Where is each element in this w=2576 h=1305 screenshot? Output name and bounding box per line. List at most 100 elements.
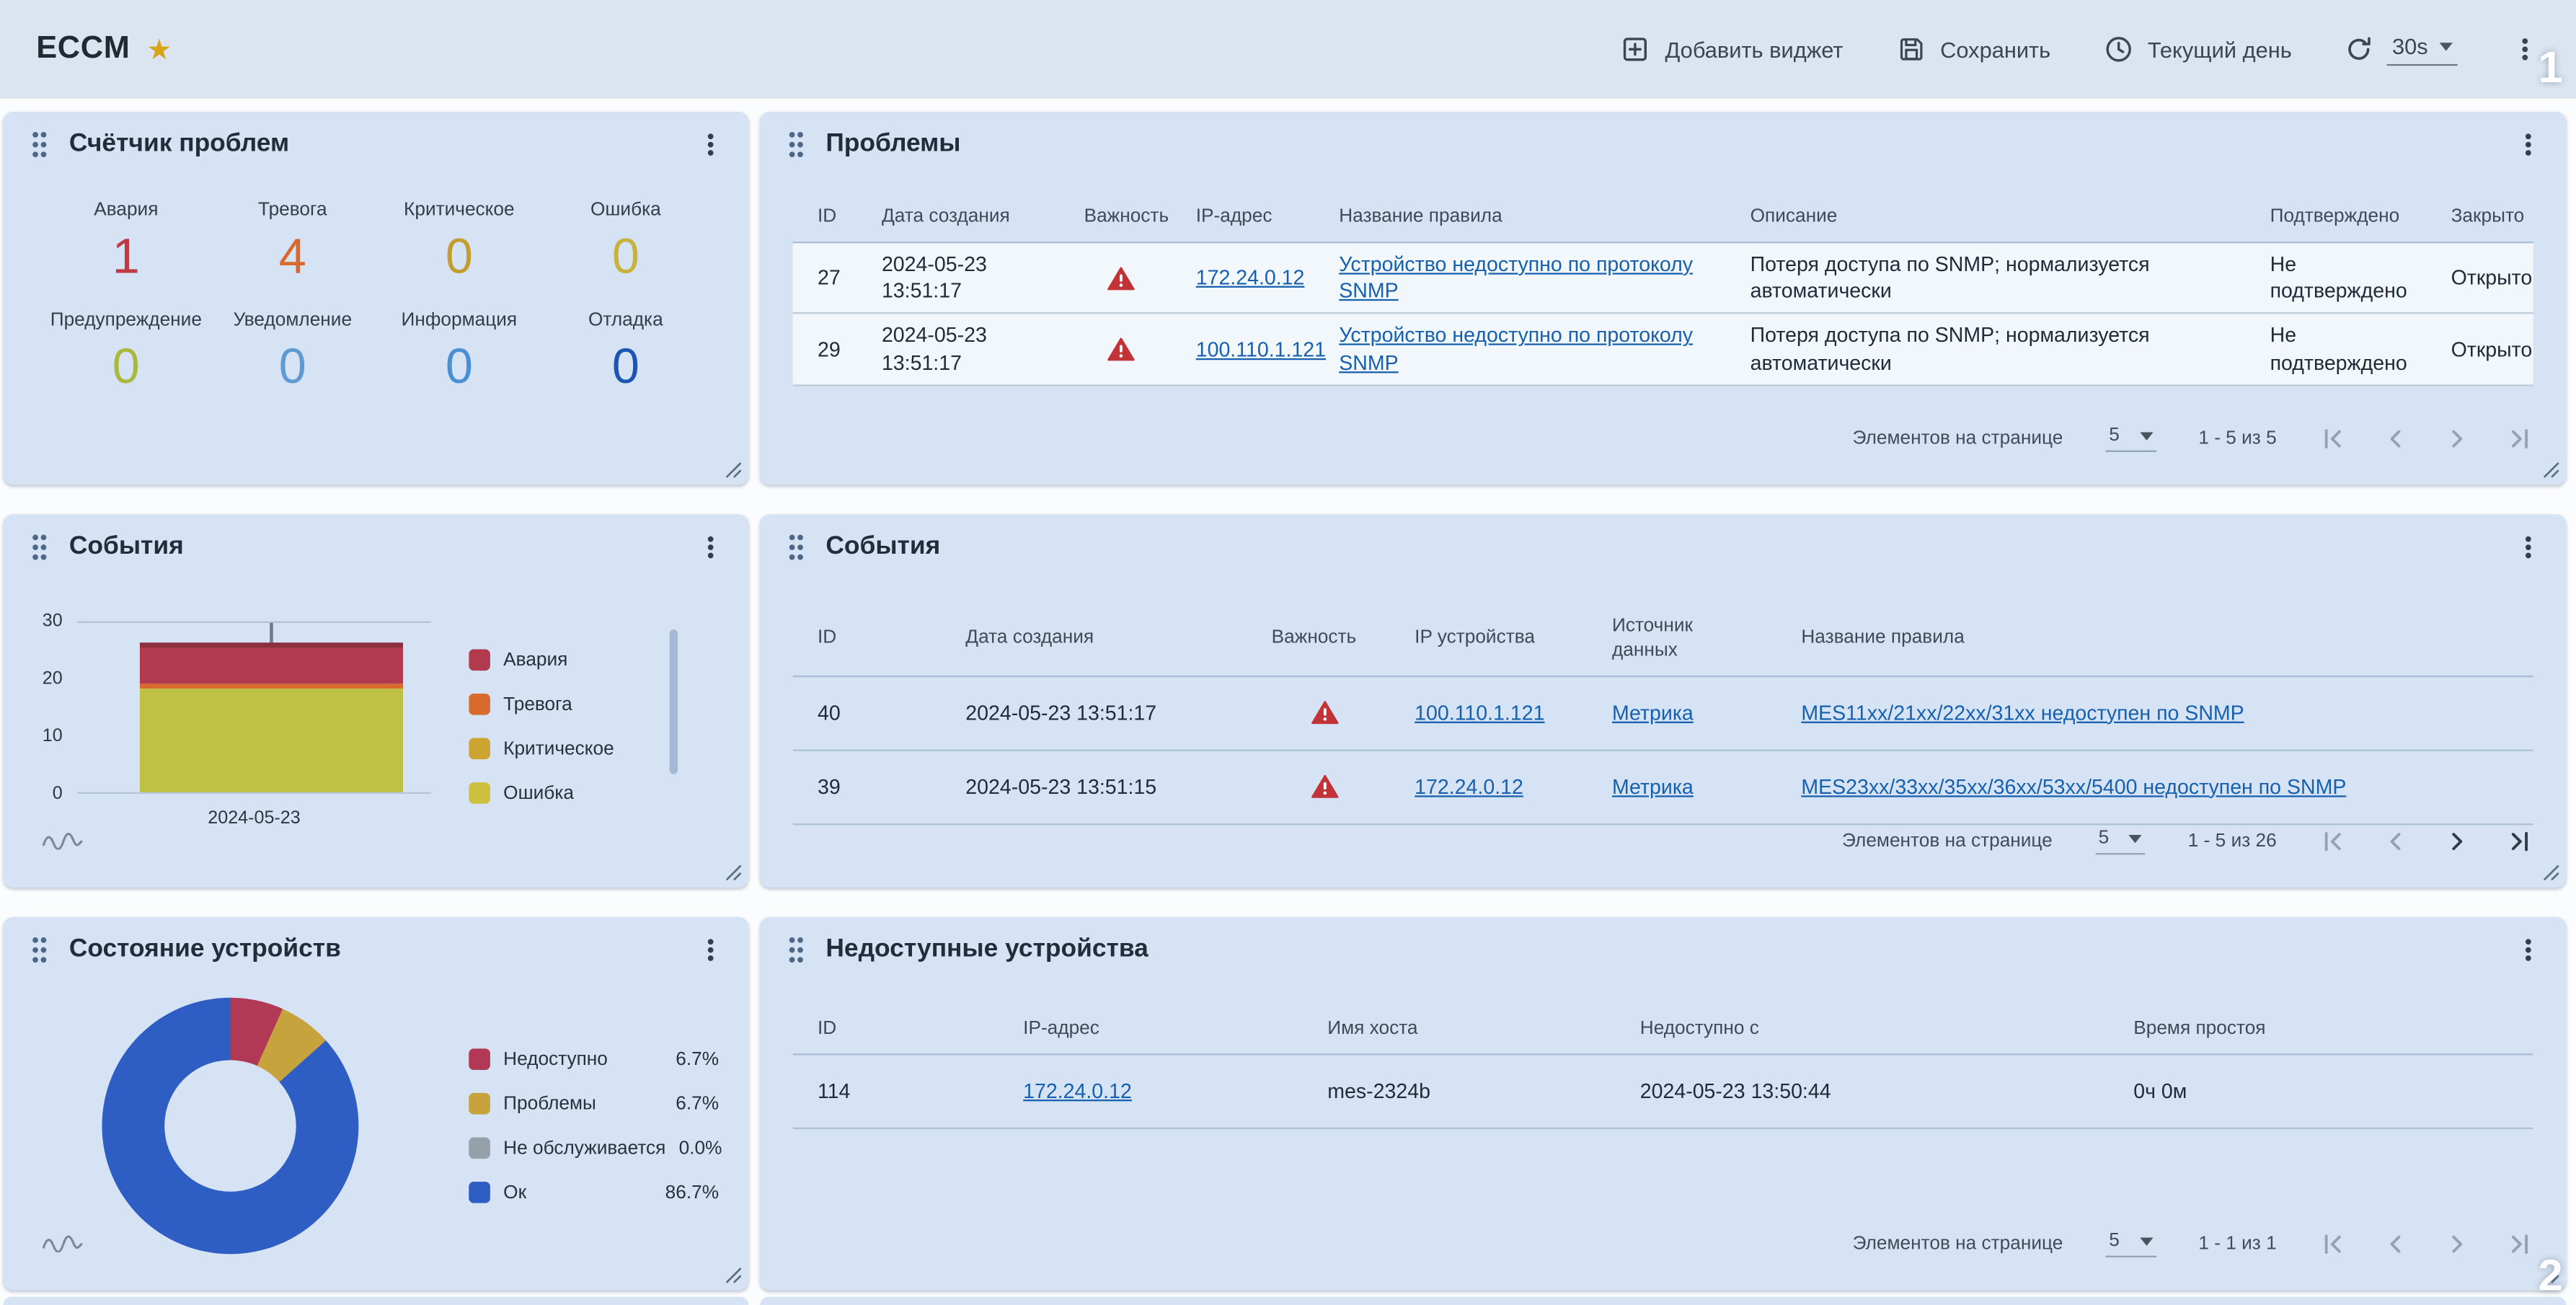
resize-handle-icon[interactable] xyxy=(2543,864,2559,881)
next-page-button[interactable] xyxy=(2444,1231,2471,1257)
last-page-button[interactable] xyxy=(2507,425,2533,451)
first-page-button[interactable] xyxy=(2319,828,2346,854)
cell-id: 39 xyxy=(793,766,941,809)
refresh-interval-select[interactable]: 30s xyxy=(2387,33,2458,66)
last-page-button[interactable] xyxy=(2507,1231,2533,1257)
data-source-link[interactable]: Метрика xyxy=(1612,702,1694,725)
rule-link[interactable]: MES11xx/21xx/22xx/31xx недоступен по SNM… xyxy=(1801,702,2244,725)
cell-source: Метрика xyxy=(1588,691,1776,735)
widget-menu-button[interactable] xyxy=(2513,533,2543,562)
page-size-select[interactable]: 5 xyxy=(2106,1231,2156,1257)
rule-link[interactable]: MES23xx/33xx/35xx/36xx/53xx/5400 недосту… xyxy=(1801,775,2346,798)
problem-counter-widget: Счётчик проблем Авария 1 Тревога 4 Крити… xyxy=(4,112,749,485)
topbar-actions: Добавить виджет Сохранить Текущий день 3… xyxy=(1621,33,2540,66)
legend-item[interactable]: Не обслуживается 0.0% xyxy=(469,1137,719,1159)
cell-rule: MES23xx/33xx/35xx/36xx/53xx/5400 недосту… xyxy=(1776,766,2533,809)
alarm-warning-icon xyxy=(1107,337,1136,362)
last-page-button[interactable] xyxy=(2507,828,2533,854)
refresh-icon[interactable] xyxy=(2345,35,2374,64)
widget-menu-button[interactable] xyxy=(696,935,725,965)
widget-header: Состояние устройств xyxy=(4,917,749,983)
resize-handle-icon[interactable] xyxy=(2543,462,2559,479)
pagination-nav xyxy=(2319,1231,2533,1257)
legend-item[interactable]: Ок 86.7% xyxy=(469,1182,719,1203)
problems-widget: Проблемы ID Дата создания Важность IP-ад… xyxy=(760,112,2566,485)
resize-handle-icon[interactable] xyxy=(725,864,742,881)
rule-link[interactable]: Устройство недоступно по протоколу SNMP xyxy=(1339,324,1693,374)
device-status-donut[interactable] xyxy=(102,998,358,1255)
ip-address-link[interactable]: 172.24.0.12 xyxy=(1415,775,1523,798)
col-id: ID xyxy=(793,1006,999,1053)
drag-handle-icon[interactable] xyxy=(30,533,49,562)
legend-percent: 6.7% xyxy=(676,1050,719,1069)
resize-handle-icon[interactable] xyxy=(725,1268,742,1284)
page-range-label: 1 - 1 из 1 xyxy=(2198,1234,2276,1254)
previous-page-button[interactable] xyxy=(2382,1231,2409,1257)
drag-handle-icon[interactable] xyxy=(787,130,806,159)
pagination: Элементов на странице 5 1 - 1 из 1 xyxy=(1853,1231,2533,1257)
counter-item: Предупреждение 0 xyxy=(43,311,209,394)
table-row: 40 2024-05-23 13:51:17 100.110.1.121 Мет… xyxy=(793,677,2533,751)
page-size-select[interactable]: 5 xyxy=(2106,425,2156,451)
widget-title: Недоступные устройства xyxy=(826,935,1148,965)
add-widget-label: Добавить виджет xyxy=(1665,37,1843,61)
bar-segment-Авария xyxy=(140,642,403,683)
counter-item: Критическое 0 xyxy=(376,200,542,284)
next-page-button[interactable] xyxy=(2444,828,2471,854)
legend-scrollbar-thumb[interactable] xyxy=(670,629,678,774)
legend-item[interactable]: Недоступно 6.7% xyxy=(469,1048,719,1070)
data-source-link[interactable]: Метрика xyxy=(1612,775,1694,798)
ip-address-link[interactable]: 172.24.0.12 xyxy=(1196,266,1305,289)
widget-menu-button[interactable] xyxy=(696,533,725,562)
cell-severity xyxy=(1059,257,1171,298)
current-day-button[interactable]: Текущий день xyxy=(2103,35,2292,64)
widget-menu-button[interactable] xyxy=(2513,935,2543,965)
favorite-star-icon[interactable]: ★ xyxy=(146,35,172,63)
legend-item[interactable]: Ошибка xyxy=(469,782,663,804)
next-row-widget-edge xyxy=(760,1297,2566,1305)
col-ip: IP устройства xyxy=(1390,616,1588,663)
cell-closed: Открыто xyxy=(2426,257,2545,300)
pagination-nav xyxy=(2319,425,2533,451)
cell-id: 114 xyxy=(793,1070,999,1113)
first-page-button[interactable] xyxy=(2319,1231,2346,1257)
ip-address-link[interactable]: 100.110.1.121 xyxy=(1415,702,1544,725)
first-page-button[interactable] xyxy=(2319,425,2346,451)
drag-handle-icon[interactable] xyxy=(30,935,49,965)
add-widget-button[interactable]: Добавить виджет xyxy=(1621,35,1844,64)
col-created: Дата создания xyxy=(857,194,1060,242)
legend-item[interactable]: Тревога xyxy=(469,694,663,715)
caret-down-icon xyxy=(2139,1237,2152,1244)
previous-page-button[interactable] xyxy=(2382,425,2409,451)
legend-item[interactable]: Проблемы 6.7% xyxy=(469,1093,719,1115)
legend-item[interactable]: Критическое xyxy=(469,738,663,760)
add-widget-icon xyxy=(1621,35,1650,64)
legend-item[interactable]: Авария xyxy=(469,649,663,671)
drag-handle-icon[interactable] xyxy=(787,533,806,562)
widget-header: События xyxy=(760,515,2566,580)
table-header-row: ID Дата создания Важность IP-адрес Назва… xyxy=(793,194,2533,243)
cell-created: 2024-05-23 13:51:17 xyxy=(857,243,1060,313)
save-button[interactable]: Сохранить xyxy=(1896,35,2051,64)
col-severity: Важность xyxy=(1247,616,1389,663)
rule-link[interactable]: Устройство недоступно по протоколу SNMP xyxy=(1339,253,1693,303)
top-app-bar: ECCM ★ Добавить виджет Сохранить Текущий… xyxy=(0,0,2576,99)
widget-menu-button[interactable] xyxy=(696,130,725,159)
table-body: 114 172.24.0.12 mes-2324b 2024-05-23 13:… xyxy=(793,1055,2533,1129)
ip-address-link[interactable]: 172.24.0.12 xyxy=(1023,1079,1132,1102)
previous-page-button[interactable] xyxy=(2382,828,2409,854)
counter-label: Авария xyxy=(43,200,209,220)
items-per-page-label: Элементов на странице xyxy=(1853,429,2063,448)
widget-menu-button[interactable] xyxy=(2513,130,2543,159)
resize-handle-icon[interactable] xyxy=(725,462,742,479)
drag-handle-icon[interactable] xyxy=(30,130,49,159)
trend-wave-icon xyxy=(41,1233,84,1252)
page-size-select[interactable]: 5 xyxy=(2095,828,2145,854)
donut-hole xyxy=(164,1060,296,1191)
next-page-button[interactable] xyxy=(2444,425,2471,451)
ip-address-link[interactable]: 100.110.1.121 xyxy=(1196,338,1326,361)
caret-down-icon xyxy=(2440,43,2453,50)
cell-acknowledged: Не подтверждено xyxy=(2245,314,2426,384)
overflow-menu-button[interactable] xyxy=(2510,35,2540,64)
drag-handle-icon[interactable] xyxy=(787,935,806,965)
